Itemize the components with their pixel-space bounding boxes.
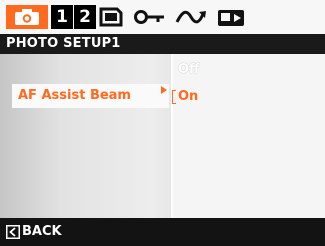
menu-title-bar: PHOTO SETUP1 [0, 34, 325, 54]
key-icon[interactable] [133, 6, 167, 28]
playback-icon[interactable] [216, 6, 246, 28]
selection-bracket [172, 90, 176, 104]
camera-menu-screen: 1 2 PHOTO SETUP1 AF Assist Beam Off On B… [0, 0, 325, 246]
tab-setup-2[interactable]: 2 [74, 5, 96, 29]
back-button[interactable]: BACK [22, 218, 62, 246]
page-title: PHOTO SETUP1 [6, 36, 121, 51]
tab-camera[interactable] [6, 5, 48, 29]
tab-setup-1[interactable]: 1 [51, 5, 73, 29]
bottom-bar: BACK [0, 218, 325, 246]
setting-label: AF Assist Beam [18, 88, 131, 103]
back-icon[interactable] [6, 225, 20, 239]
camera-icon [15, 9, 39, 25]
option-off[interactable]: Off [178, 60, 200, 80]
tab-number-1: 1 [56, 7, 68, 27]
option-on[interactable]: On [178, 87, 198, 107]
tab-number-2: 2 [79, 7, 91, 27]
menu-content: AF Assist Beam Off On [0, 54, 325, 218]
setting-row-af-assist-beam[interactable]: AF Assist Beam [12, 84, 169, 108]
chevron-right-icon [161, 86, 167, 94]
options-panel: Off On [172, 54, 325, 218]
memory-card-icon[interactable] [98, 6, 124, 28]
wave-icon[interactable] [175, 6, 209, 28]
menu-tab-bar: 1 2 [0, 0, 325, 34]
